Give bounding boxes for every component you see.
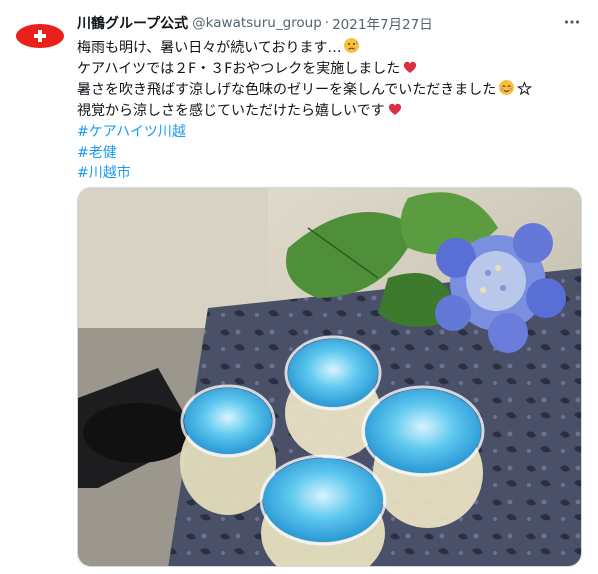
jelly-cups-photo (78, 188, 581, 566)
tweet-photo[interactable] (77, 187, 582, 567)
tweet-text: 梅雨も明け、暑い日々が続いております… ケアハイツでは２F・３Fおやつレクを実施… (77, 37, 582, 184)
white-star-icon (517, 81, 533, 96)
tweet-line: 暑さを吹き飛ばす涼しげな色味のゼリーを楽しんでいただきました (77, 79, 582, 101)
tweet-line-text: 暑さを吹き飛ばす涼しげな色味のゼリーを楽しんでいただきました (77, 82, 497, 99)
tweet-line-text: 梅雨も明け、暑い日々が続いております… (77, 40, 342, 56)
more-button[interactable] (560, 10, 584, 34)
user-handle[interactable]: @kawatsuru_group (192, 15, 322, 31)
swiss-flag-icon (34, 30, 46, 42)
relieved-face-icon (499, 80, 515, 96)
tweet-date[interactable]: 2021年7月27日 (332, 13, 433, 33)
tweet[interactable]: 川鶴グループ公式 @kawatsuru_group · 2021年7月27日 梅… (0, 0, 598, 574)
sweat-face-icon (344, 38, 360, 53)
hashtag-link[interactable]: #ケアハイツ川越 (77, 122, 582, 143)
separator: · (324, 15, 330, 31)
hashtag-link[interactable]: #川越市 (77, 163, 582, 184)
tweet-line-text: 視覚から涼しさを感じていただけたら嬉しいです (77, 103, 385, 120)
red-heart-icon (404, 61, 417, 73)
hashtag-link[interactable]: #老健 (77, 143, 582, 164)
tweet-line: ケアハイツでは２F・３Fおやつレクを実施しました (77, 59, 582, 80)
tweet-line: 視覚から涼しさを感じていただけたら嬉しいです (77, 101, 582, 122)
red-heart-icon (388, 103, 401, 116)
avatar[interactable] (16, 24, 64, 48)
tweet-line-text: ケアハイツでは２F・３Fおやつレクを実施しました (77, 60, 401, 77)
tweet-header: 川鶴グループ公式 @kawatsuru_group · 2021年7月27日 (77, 12, 558, 34)
more-horizontal-icon (564, 20, 580, 24)
display-name[interactable]: 川鶴グループ公式 (77, 13, 188, 33)
tweet-line: 梅雨も明け、暑い日々が続いております… (77, 37, 582, 59)
